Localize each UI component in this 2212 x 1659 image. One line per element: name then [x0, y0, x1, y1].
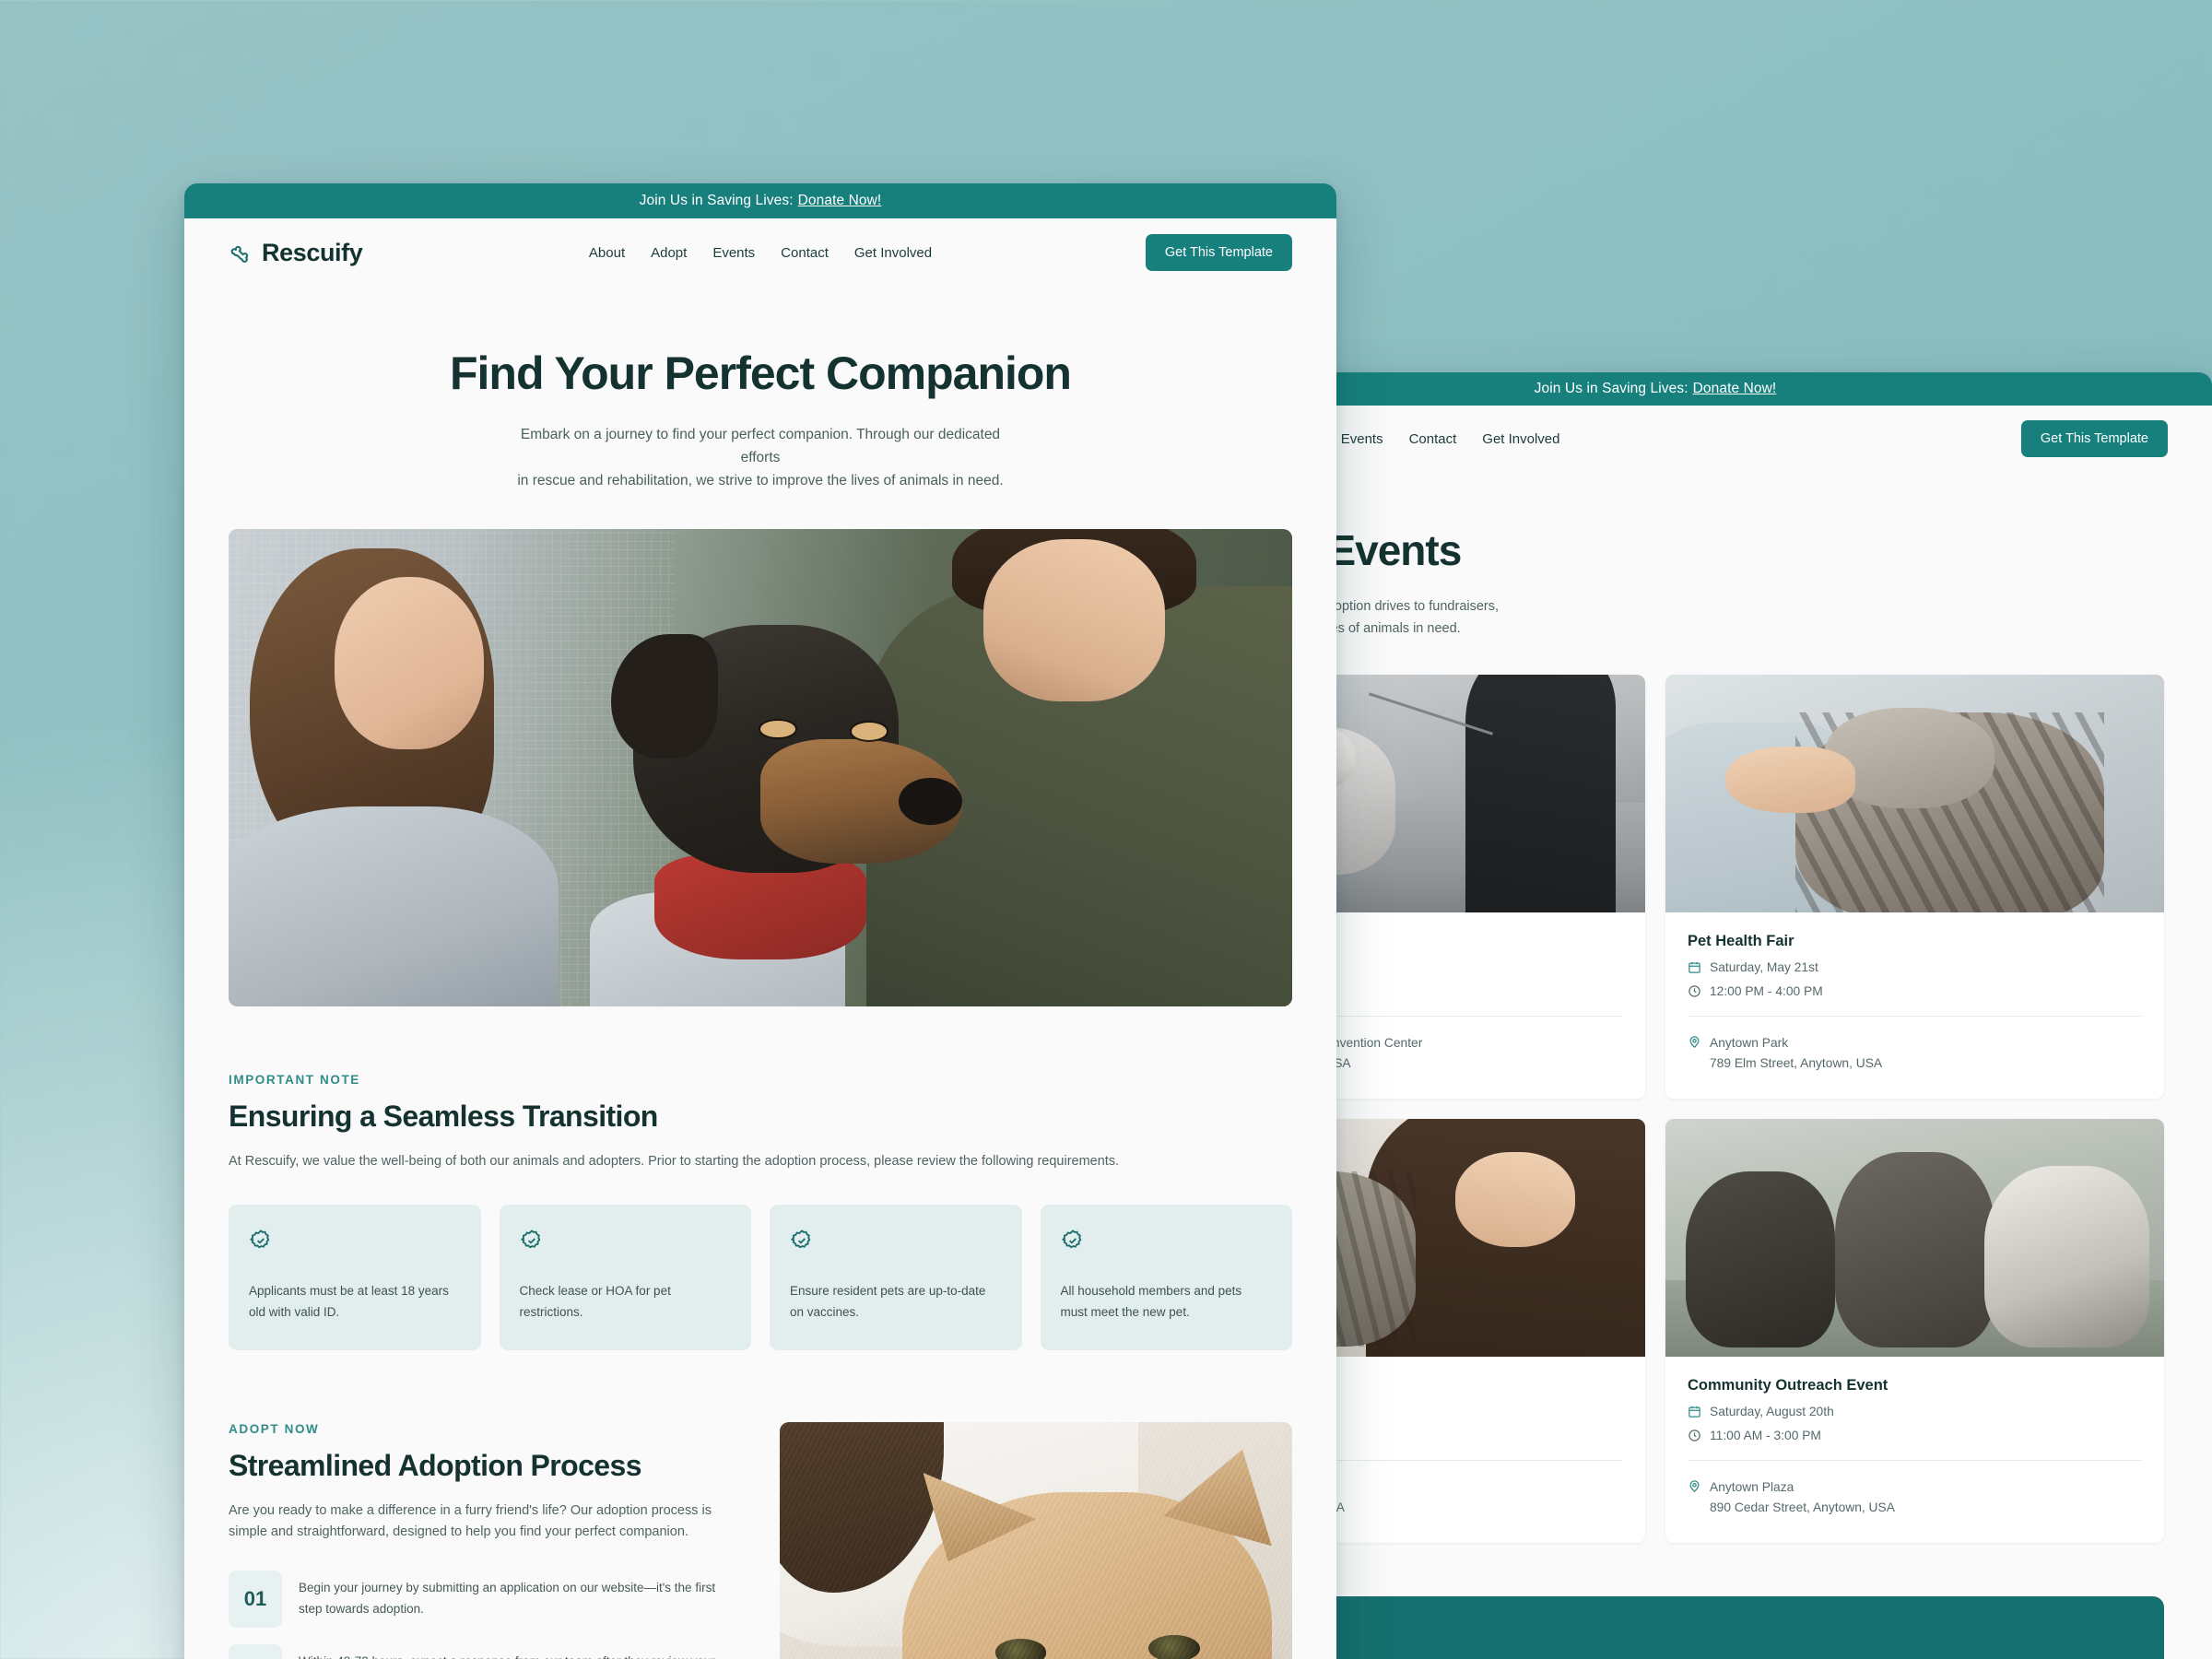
event-photo-community-outreach — [1665, 1118, 2164, 1357]
requirement-text: Ensure resident pets are up-to-date on v… — [790, 1283, 986, 1319]
requirement-card: Ensure resident pets are up-to-date on v… — [770, 1204, 1022, 1350]
badge-check-icon — [250, 1229, 270, 1248]
event-venue: Anytown Plaza — [1710, 1479, 1794, 1494]
adopt-body: Are you ready to make a difference in a … — [229, 1502, 712, 1540]
requirement-text: Check lease or HOA for pet restrictions. — [519, 1283, 671, 1319]
get-this-template-button[interactable]: Get This Template — [2020, 420, 2168, 457]
event-card[interactable]: Pet Health Fair Saturday, May 21st 12:00… — [1665, 675, 2164, 1099]
event-time-text: 12:00 PM - 4:00 PM — [1710, 984, 1823, 999]
page-title: Find Your Perfect Companion — [450, 347, 1072, 399]
event-time-row: 11:00 AM - 3:00 PM — [1688, 1429, 2142, 1442]
adopt-title: Streamlined Adoption Process — [229, 1448, 641, 1482]
hero-section: Find Your Perfect Companion Embark on a … — [229, 287, 1292, 492]
nav-item-adopt[interactable]: Adopt — [651, 245, 687, 261]
event-title: Pet Health Fair — [1688, 933, 1794, 950]
adoption-step: 02 Within 48-72 hours, expect a response… — [229, 1644, 741, 1659]
clock-icon — [1688, 985, 1700, 997]
nav-item-events[interactable]: Events — [712, 245, 755, 261]
hero-subtitle-line2: in rescue and rehabilitation, we strive … — [517, 473, 1004, 489]
nav-item-about[interactable]: About — [589, 245, 625, 261]
brand-name: Rescuify — [262, 238, 363, 266]
home-navbar: Rescuify About Adopt Events Contact Get … — [184, 218, 1336, 287]
event-date-row: Saturday, August 20th — [1688, 1405, 2142, 1418]
event-date-text: Saturday, August 20th — [1710, 1404, 1834, 1418]
step-number: 02 — [229, 1644, 282, 1659]
event-info: Community Outreach Event Saturday, Augus… — [1665, 1357, 2164, 1543]
clock-icon — [1688, 1430, 1700, 1441]
hero-photo — [229, 529, 1292, 1007]
nav-item-get-involved[interactable]: Get Involved — [1482, 431, 1559, 447]
requirement-card: All household members and pets must meet… — [1040, 1204, 1292, 1350]
get-this-template-button[interactable]: Get This Template — [1145, 234, 1292, 271]
event-card[interactable]: Community Outreach Event Saturday, Augus… — [1665, 1118, 2164, 1543]
badge-check-icon — [520, 1229, 540, 1248]
calendar-icon — [1688, 962, 1700, 973]
bone-icon — [230, 245, 249, 263]
event-time-text: 11:00 AM - 3:00 PM — [1710, 1428, 1821, 1442]
event-time-row: 12:00 PM - 4:00 PM — [1688, 984, 2142, 998]
location-pin-icon — [1689, 1036, 1700, 1049]
event-title: Community Outreach Event — [1688, 1376, 1888, 1394]
event-location: Anytown Park 789 Elm Street, Anytown, US… — [1688, 1033, 2142, 1075]
step-text: Within 48-72 hours, expect a response fr… — [299, 1644, 741, 1659]
announcement-bar: Join Us in Saving Lives: Donate Now! — [184, 183, 1336, 218]
event-info: Pet Health Fair Saturday, May 21st 12:00… — [1665, 912, 2164, 1099]
donate-now-link[interactable]: Donate Now! — [798, 193, 882, 209]
note-eyebrow: IMPORTANT NOTE — [229, 1073, 360, 1088]
badge-check-icon — [791, 1229, 811, 1248]
divider — [1688, 1016, 2142, 1018]
donate-now-link[interactable]: Donate Now! — [1693, 381, 1777, 397]
important-note-section: IMPORTANT NOTE Ensuring a Seamless Trans… — [229, 1073, 1292, 1350]
home-page-window[interactable]: Join Us in Saving Lives: Donate Now! Res… — [184, 183, 1336, 1659]
event-photo-pet-health-fair — [1665, 675, 2164, 913]
announcement-text: Join Us in Saving Lives: — [1534, 381, 1688, 396]
announcement-text: Join Us in Saving Lives: — [639, 193, 794, 208]
requirement-card: Applicants must be at least 18 years old… — [229, 1204, 481, 1350]
event-address: 890 Cedar Street, Anytown, USA — [1710, 1500, 1895, 1515]
requirement-text: All household members and pets must meet… — [1060, 1283, 1242, 1319]
nav-item-events[interactable]: Events — [1341, 431, 1383, 447]
hero-subtitle: Embark on a journey to find your perfect… — [502, 423, 1018, 492]
requirements-grid: Applicants must be at least 18 years old… — [229, 1204, 1292, 1350]
note-title: Ensuring a Seamless Transition — [229, 1100, 658, 1134]
event-date-text: Saturday, May 21st — [1710, 960, 1818, 975]
nav-item-get-involved[interactable]: Get Involved — [854, 245, 932, 261]
adoption-copy: ADOPT NOW Streamlined Adoption Process A… — [229, 1422, 741, 1659]
divider — [1688, 1459, 2142, 1461]
hero-subtitle-line1: Embark on a journey to find your perfect… — [520, 427, 1001, 466]
adoption-step: 01 Begin your journey by submitting an a… — [229, 1571, 741, 1629]
home-nav-links: About Adopt Events Contact Get Involved — [589, 245, 932, 261]
event-address: 789 Elm Street, Anytown, USA — [1710, 1056, 1883, 1071]
step-number: 01 — [229, 1571, 282, 1629]
event-date-row: Saturday, May 21st — [1688, 960, 2142, 974]
adoption-photo — [780, 1421, 1292, 1659]
requirement-text: Applicants must be at least 18 years old… — [249, 1283, 449, 1319]
badge-check-icon — [1061, 1229, 1081, 1248]
nav-item-contact[interactable]: Contact — [1409, 431, 1457, 447]
home-content: Find Your Perfect Companion Embark on a … — [184, 287, 1336, 1659]
event-location: Anytown Plaza 890 Cedar Street, Anytown,… — [1688, 1477, 2142, 1519]
requirement-card: Check lease or HOA for pet restrictions. — [499, 1204, 751, 1350]
adoption-process-section: ADOPT NOW Streamlined Adoption Process A… — [229, 1421, 1292, 1659]
event-venue: Anytown Park — [1710, 1036, 1789, 1051]
step-text: Begin your journey by submitting an appl… — [299, 1581, 716, 1616]
calendar-icon — [1688, 1406, 1700, 1418]
adopt-eyebrow: ADOPT NOW — [229, 1421, 320, 1436]
brand-logo[interactable]: Rescuify — [229, 238, 363, 267]
note-body: At Rescuify, we value the well-being of … — [229, 1154, 1120, 1170]
adoption-steps: 01 Begin your journey by submitting an a… — [229, 1571, 741, 1659]
nav-item-contact[interactable]: Contact — [781, 245, 829, 261]
location-pin-icon — [1689, 1480, 1700, 1492]
